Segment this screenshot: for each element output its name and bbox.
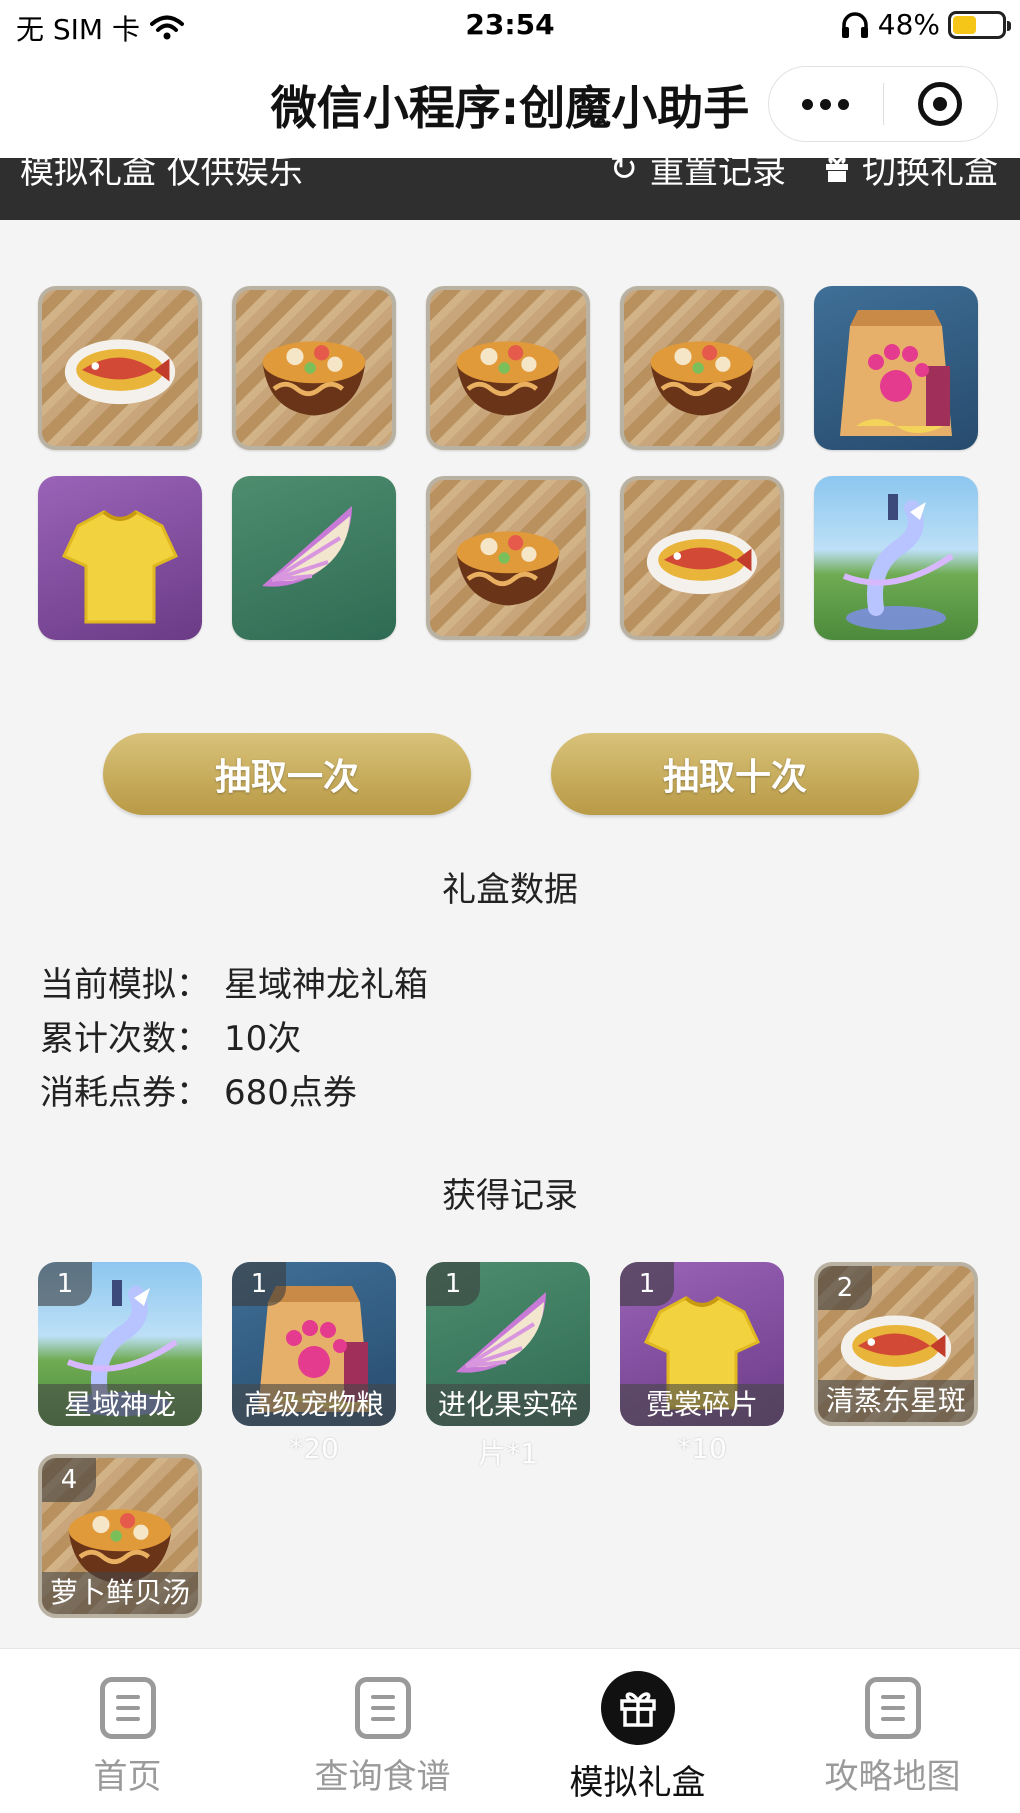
stat-cost-label: 消耗点券： (40, 1073, 210, 1113)
record-name: 星域神龙 (38, 1384, 202, 1426)
tab-攻略地图[interactable]: 攻略地图 (765, 1649, 1020, 1813)
record-count-badge: 1 (38, 1262, 92, 1306)
fruit-slice-icon (262, 506, 353, 587)
switch-box-button[interactable]: 切换礼盒 (824, 158, 998, 193)
record-tile[interactable]: 1 进化果实碎 (426, 1262, 590, 1426)
document-icon (354, 1677, 411, 1739)
pet-food-bag-icon (840, 310, 952, 436)
miniprogram-capsule (768, 66, 998, 142)
stats-panel: 当前模拟： 星域神龙礼箱 累计次数： 10次 消耗点券： 680点券 (40, 958, 428, 1120)
stat-count-value: 10次 (224, 1019, 302, 1059)
record-tile[interactable]: 1 星域神龙 (38, 1262, 202, 1426)
gift-icon (826, 158, 848, 182)
document-icon (99, 1677, 156, 1739)
tab-label: 首页 (93, 1757, 162, 1797)
tab-label: 攻略地图 (824, 1757, 961, 1797)
title-bar: 微信小程序:创魔小助手 (0, 52, 1020, 158)
record-name: 萝卜鲜贝汤 (42, 1572, 198, 1614)
record-subtext: 片*1 (478, 1437, 538, 1470)
record-name: 进化果实碎 (426, 1384, 590, 1426)
document-icon (864, 1677, 921, 1739)
draw-once-button[interactable]: 抽取一次 (103, 733, 471, 815)
tab-查询食谱[interactable]: 查询食谱 (255, 1649, 510, 1813)
result-grid (38, 286, 978, 640)
headphones-icon (841, 11, 868, 38)
draw-ten-button[interactable]: 抽取十次 (551, 733, 919, 815)
record-name: 清蒸东星斑 (818, 1380, 974, 1422)
reset-record-label: 重置记录 (650, 158, 786, 192)
close-miniprogram-button[interactable] (884, 67, 998, 141)
result-tile[interactable] (426, 286, 590, 450)
reset-record-button[interactable]: ↻ 重置记录 (610, 158, 787, 193)
soup-bowl-icon (262, 341, 366, 416)
sim-toolbar: 模拟礼盒 仅供娱乐 ↻ 重置记录 切换礼盒 (0, 158, 1020, 220)
result-tile[interactable] (232, 476, 396, 640)
soup-bowl-icon (456, 341, 560, 416)
toolbar-actions: ↻ 重置记录 切换礼盒 (610, 158, 998, 193)
result-tile[interactable] (620, 476, 784, 640)
tab-label: 模拟礼盒 (569, 1763, 706, 1803)
record-subtext: *10 (677, 1432, 727, 1465)
target-icon (918, 82, 963, 126)
dragon-mount-icon (842, 494, 954, 630)
record-count-badge: 2 (818, 1266, 872, 1310)
battery-percent: 48% (877, 8, 940, 41)
stat-current-value: 星域神龙礼箱 (224, 965, 428, 1005)
more-button[interactable] (769, 67, 883, 141)
result-tile[interactable] (814, 286, 978, 450)
status-bar: 无 SIM 卡 23:54 48% (0, 0, 1020, 52)
tab-label: 查询食谱 (314, 1757, 451, 1797)
tab-首页[interactable]: 首页 (0, 1649, 255, 1813)
battery-fill (953, 15, 977, 34)
record-tile[interactable]: 2 清蒸东星斑 (814, 1262, 978, 1426)
record-tile[interactable]: 1 霓裳碎片 (620, 1262, 784, 1426)
stat-count-label: 累计次数： (40, 1019, 210, 1059)
record-tile[interactable]: 1 高级宠物粮 (232, 1262, 396, 1426)
tab-bar: 首页 查询食谱 模拟礼盒 攻略地图 (0, 1648, 1020, 1813)
tab-模拟礼盒[interactable]: 模拟礼盒 (510, 1649, 765, 1813)
stat-current: 当前模拟： 星域神龙礼箱 (40, 958, 428, 1012)
gift-icon (600, 1671, 675, 1745)
status-right: 48% (840, 8, 1011, 41)
records-section-title: 获得记录 (442, 1176, 578, 1216)
fish-dish-icon (646, 529, 758, 595)
result-tile[interactable] (232, 286, 396, 450)
record-name: 霓裳碎片 (620, 1384, 784, 1426)
stat-count: 累计次数： 10次 (40, 1012, 428, 1066)
record-count-badge: 1 (620, 1262, 674, 1306)
fish-dish-icon (64, 339, 176, 405)
more-dots-icon (802, 98, 850, 110)
battery-icon (948, 10, 1011, 39)
soup-bowl-icon (456, 531, 560, 606)
result-tile[interactable] (38, 286, 202, 450)
stat-cost: 消耗点券： 680点券 (40, 1066, 428, 1120)
record-name: 高级宠物粮 (232, 1384, 396, 1426)
soup-bowl-icon (650, 341, 754, 416)
stat-current-label: 当前模拟： (40, 965, 210, 1005)
result-tile[interactable] (38, 476, 202, 640)
record-count-badge: 4 (42, 1458, 96, 1502)
result-tile[interactable] (814, 476, 978, 640)
stats-section-title: 礼盒数据 (442, 870, 578, 910)
refresh-icon: ↻ (609, 158, 639, 189)
record-subtext: *20 (289, 1432, 339, 1465)
result-tile[interactable] (620, 286, 784, 450)
shirt-icon (62, 510, 178, 624)
toolbar-caption: 模拟礼盒 仅供娱乐 (20, 158, 303, 192)
result-tile[interactable] (426, 476, 590, 640)
record-count-badge: 1 (232, 1262, 286, 1306)
stat-cost-value: 680点券 (224, 1073, 357, 1113)
switch-box-label: 切换礼盒 (862, 158, 998, 192)
record-tile[interactable]: 4 萝卜鲜贝汤 (38, 1454, 202, 1618)
record-count-badge: 1 (426, 1262, 480, 1306)
